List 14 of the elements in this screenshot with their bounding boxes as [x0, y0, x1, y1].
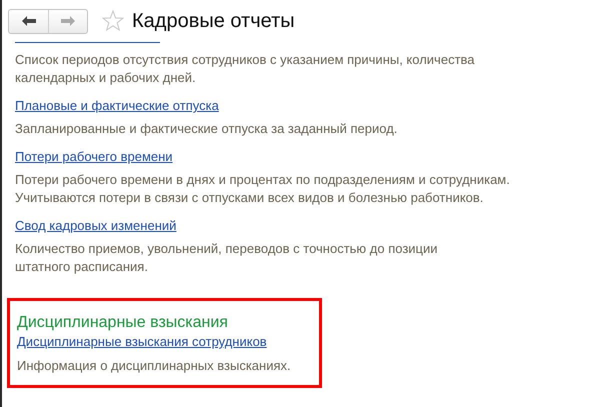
right-arrow-icon: [61, 16, 75, 26]
left-arrow-icon: [22, 16, 36, 26]
report-description: Потери рабочего времени в днях и процентах по подразделениям и сотрудникам. Учитываются потери в связи с отпусками всех видов и болезнью работников.: [15, 171, 510, 207]
report-link[interactable]: Потери рабочего времени: [15, 148, 173, 165]
report-link[interactable]: Дисциплинарные взыскания сотрудников: [17, 334, 267, 349]
star-icon[interactable]: [102, 10, 124, 32]
page-title: Кадровые отчеты: [132, 10, 295, 32]
section-title: Дисциплинарные взыскания: [17, 313, 229, 333]
report-description: Количество приемов, увольнений, переводов с точностью до позиции штатного расписания.: [15, 240, 438, 276]
report-link[interactable]: Плановые и фактические отпуска: [15, 97, 219, 114]
report-link[interactable]: Свод кадровых изменений: [15, 217, 176, 234]
report-description: Список периодов отсутствия сотрудников с указанием причины, количества календарных и рабочих дней.: [15, 51, 475, 87]
report-description: Запланированные и фактические отпуска за заданный период.: [15, 120, 398, 138]
report-description: Информация о дисциплинарных взысканиях.: [17, 357, 291, 375]
